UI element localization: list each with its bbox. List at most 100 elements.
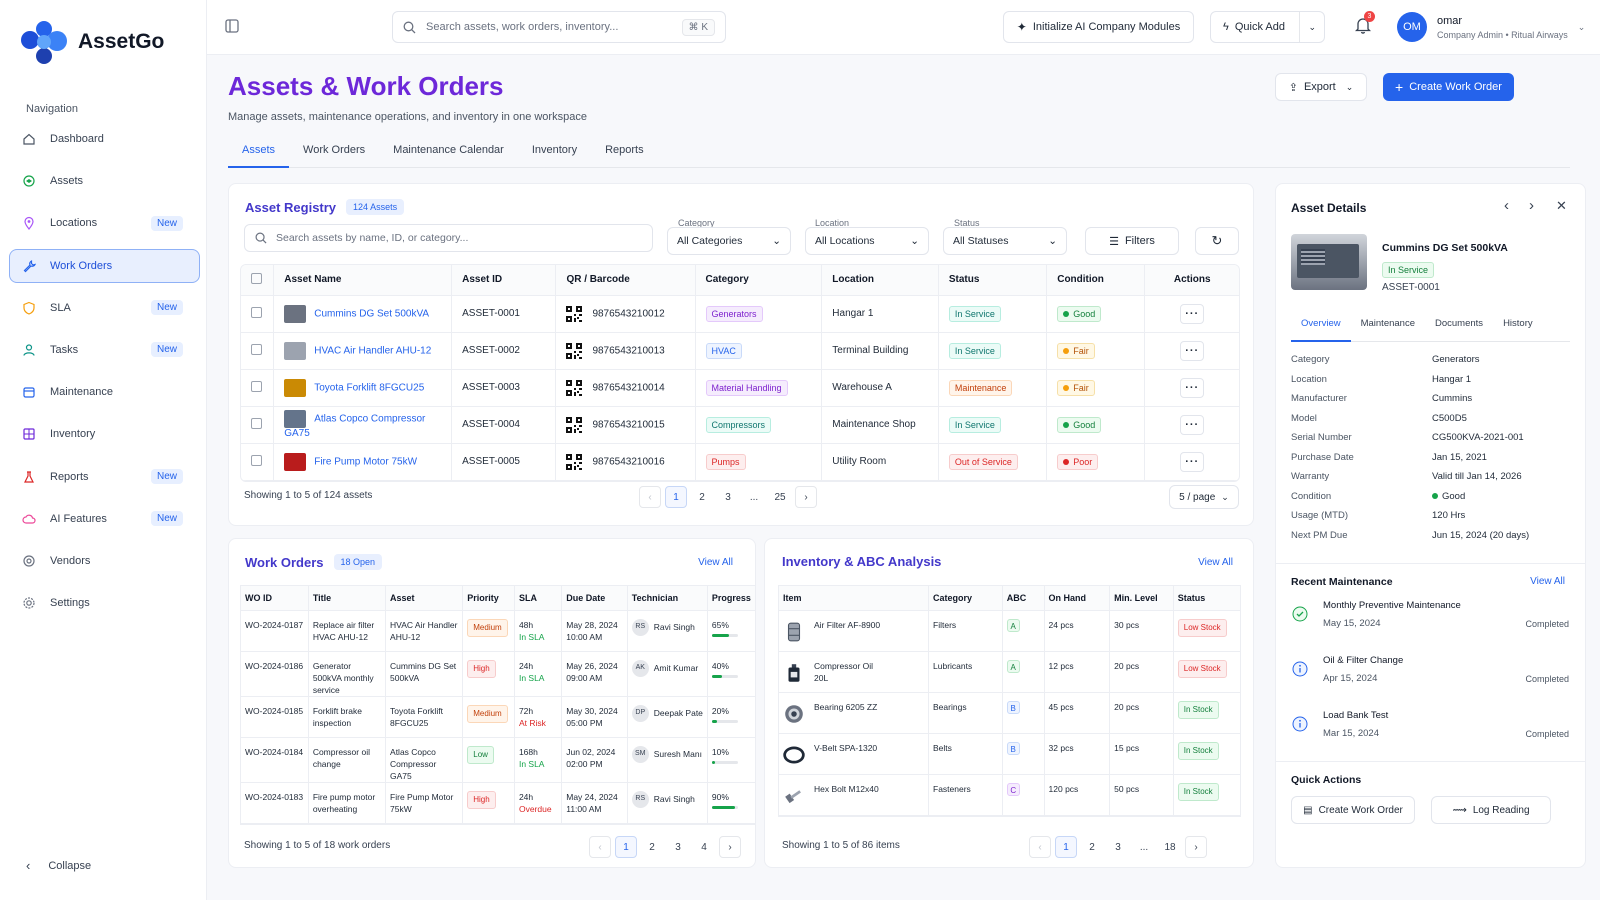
filters-button[interactable]: ☰ Filters [1085,227,1179,255]
global-search-input[interactable]: Search assets, work orders, inventory... [426,21,618,33]
sidebar-item-work-orders[interactable]: Work Orders [9,248,200,283]
work-orders-view-all-link[interactable]: View All [698,557,733,568]
row-actions-button[interactable]: ··· [1180,414,1205,435]
item-name[interactable]: Hex Bolt M12x40 [814,783,884,795]
qr-code-icon[interactable] [566,379,583,396]
next-page-button[interactable]: › [719,836,741,858]
table-row[interactable]: Compressor Oil 20L Lubricants A 12 pcs 20 pc… [779,651,1240,693]
user-menu[interactable]: OM omar Company Admin • Ritual Airways ⌄ [1397,12,1585,42]
row-actions-button[interactable]: ··· [1180,451,1205,472]
column-header[interactable]: Asset ID [451,265,557,296]
details-tab-history[interactable]: History [1493,318,1543,342]
column-header[interactable]: Actions [1144,265,1239,296]
prev-asset-icon[interactable]: ‹ [1504,197,1509,214]
tab-assets[interactable]: Assets [228,140,290,168]
tab-reports[interactable]: Reports [591,140,658,168]
work-order-id-link[interactable]: WO-2024-0187 [241,610,309,652]
next-asset-icon[interactable]: › [1529,197,1534,214]
asset-search-input[interactable]: Search assets by name, ID, or category..… [276,232,468,244]
column-header[interactable]: Status [938,265,1048,296]
row-actions-button[interactable]: ··· [1180,377,1205,398]
page-button[interactable]: 2 [1081,836,1103,858]
table-row[interactable]: Air Filter AF-8900 Filters A 24 pcs 30 pcs Lo… [779,610,1240,652]
column-header[interactable]: SLA [514,586,563,611]
row-checkbox[interactable] [251,454,262,466]
column-header[interactable]: Location [821,265,939,296]
asset-name-link[interactable]: Cummins DG Set 500kVA [314,308,429,319]
asset-name-link[interactable]: HVAC Air Handler AHU-12 [314,345,431,356]
maintenance-item[interactable]: Load Bank Test Mar 15, 2024 Completed [1292,710,1569,754]
asset-search-box[interactable]: Search assets by name, ID, or category..… [244,224,653,252]
details-tab-overview[interactable]: Overview [1291,318,1351,342]
export-button[interactable]: ⇪ Export ⌄ [1275,73,1367,101]
qr-code-icon[interactable] [566,305,583,322]
tab-work-orders[interactable]: Work Orders [289,140,379,168]
column-header[interactable]: WO ID [241,586,309,611]
next-page-button[interactable]: › [795,486,817,508]
row-actions-button[interactable]: ··· [1180,340,1205,361]
maintenance-item[interactable]: Monthly Preventive Maintenance May 15, 20… [1292,600,1569,644]
column-header[interactable]: QR / Barcode [555,265,696,296]
column-header[interactable]: Min. Level [1109,586,1174,611]
sidebar-item-vendors[interactable]: Vendors [9,544,200,578]
page-button[interactable]: 1 [665,486,687,508]
category-filter-select[interactable]: All Categories ⌄ [667,227,791,255]
table-row[interactable]: WO-2024-0187 Replace air filter HVAC AHU-… [241,610,755,652]
work-order-id-link[interactable]: WO-2024-0183 [241,782,309,824]
details-tab-documents[interactable]: Documents [1425,318,1493,342]
column-header[interactable]: Condition [1046,265,1146,296]
page-button[interactable]: 3 [1107,836,1129,858]
prev-page-button[interactable]: ‹ [639,486,661,508]
column-header[interactable]: Technician [627,586,708,611]
global-search-box[interactable]: Search assets, work orders, inventory...… [392,11,726,43]
row-checkbox[interactable] [251,380,262,392]
prev-page-button[interactable]: ‹ [589,836,611,858]
sidebar-item-sla[interactable]: SLA New [9,291,200,325]
sidebar-item-settings[interactable]: Settings [9,586,200,620]
quick-add-button[interactable]: ϟ Quick Add ⌄ [1210,11,1325,43]
create-work-order-button[interactable]: + Create Work Order [1383,73,1514,101]
table-row[interactable]: WO-2024-0183 Fire pump motor overheating F… [241,782,755,824]
column-header[interactable]: Priority [462,586,515,611]
column-header[interactable]: Title [308,586,387,611]
sidebar-toggle-icon[interactable] [225,19,239,33]
column-header[interactable]: Due Date [561,586,628,611]
page-button[interactable]: 2 [691,486,713,508]
row-actions-button[interactable]: ··· [1180,303,1205,324]
column-header[interactable]: Category [928,586,1003,611]
sidebar-item-dashboard[interactable]: Dashboard [9,122,200,156]
page-button[interactable]: 3 [667,836,689,858]
inventory-view-all-link[interactable]: View All [1198,557,1233,568]
item-name[interactable]: V-Belt SPA-1320 [814,742,884,754]
table-row[interactable]: Fire Pump Motor 75kW ASSET-0005 9876543210… [241,443,1239,481]
table-row[interactable]: WO-2024-0184 Compressor oil change Atlas C… [241,737,755,783]
work-order-id-link[interactable]: WO-2024-0185 [241,696,309,738]
recent-maintenance-view-all-link[interactable]: View All [1530,576,1565,587]
sidebar-item-ai-features[interactable]: AI Features New [9,502,200,536]
item-name[interactable]: Bearing 6205 ZZ [814,701,884,713]
column-header[interactable]: Progress [707,586,755,611]
column-header[interactable]: Asset Name [273,265,453,296]
tab-inventory[interactable]: Inventory [518,140,591,168]
tab-maintenance-calendar[interactable]: Maintenance Calendar [379,140,518,168]
work-order-id-link[interactable]: WO-2024-0186 [241,651,309,697]
page-button[interactable]: 4 [693,836,715,858]
page-button[interactable]: 25 [769,486,791,508]
quick-create-work-order-button[interactable]: ▤ Create Work Order [1291,796,1415,824]
row-checkbox[interactable] [251,306,262,318]
collapse-button[interactable]: ‹ Collapse [26,858,91,873]
table-row[interactable]: Bearing 6205 ZZ Bearings B 45 pcs 20 pcs In S… [779,692,1240,734]
sidebar-item-inventory[interactable]: Inventory [9,417,200,451]
column-header[interactable]: Status [1173,586,1240,611]
column-header[interactable]: On Hand [1044,586,1111,611]
table-row[interactable]: Cummins DG Set 500kVA ASSET-0001 987654321… [241,295,1239,333]
table-row[interactable]: Toyota Forklift 8FGCU25 ASSET-0003 9876543… [241,369,1239,407]
notifications-button[interactable]: 3 [1355,11,1375,34]
sidebar-item-assets[interactable]: Assets [9,164,200,198]
table-row[interactable]: V-Belt SPA-1320 Belts B 32 pcs 15 pcs In Stoc… [779,733,1240,775]
status-filter-select[interactable]: All Statuses ⌄ [943,227,1067,255]
page-button[interactable]: 1 [1055,836,1077,858]
page-button[interactable]: 1 [615,836,637,858]
table-row[interactable]: Atlas Copco Compressor GA75 ASSET-0004 987… [241,406,1239,444]
table-row[interactable]: Hex Bolt M12x40 Fasteners C 120 pcs 50 pcs In… [779,774,1240,816]
